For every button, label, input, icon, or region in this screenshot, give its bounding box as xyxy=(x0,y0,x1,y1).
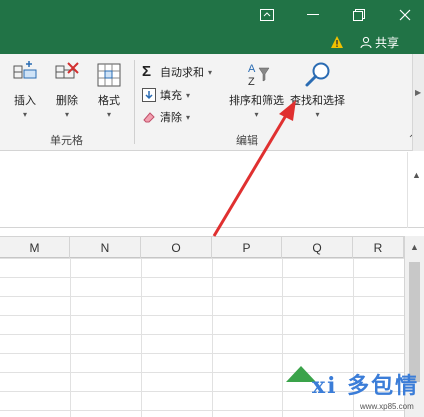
delete-label: 删除 xyxy=(56,95,78,107)
share-label: 共享 xyxy=(375,35,400,50)
watermark-text: xi 多包情 xyxy=(312,373,420,399)
scroll-thumb[interactable] xyxy=(409,262,420,382)
ribbon-scroll[interactable]: ▶ xyxy=(412,54,424,151)
ribbon-display-options-icon xyxy=(260,9,274,21)
delete-button[interactable]: 删除 ▾ xyxy=(52,60,82,119)
share-button[interactable]: 共享 xyxy=(360,32,399,52)
group-separator xyxy=(134,60,135,144)
chevron-down-icon: ▾ xyxy=(254,110,259,119)
watermark-url: www.xp85.com xyxy=(360,402,414,411)
insert-label: 插入 xyxy=(14,95,36,107)
clear-button[interactable]: 清除 ▾ xyxy=(142,107,190,127)
clear-label: 清除 xyxy=(160,112,182,124)
sort-filter-button[interactable]: A Z 排序和筛选 ▾ xyxy=(229,60,284,119)
editing-group-label: 编辑 xyxy=(236,135,258,147)
grid-line xyxy=(70,258,71,417)
warning-icon[interactable] xyxy=(330,35,344,49)
column-header[interactable]: P xyxy=(212,237,282,258)
chevron-down-icon: ▾ xyxy=(64,110,69,119)
sort-filter-label: 排序和筛选 xyxy=(229,95,284,107)
scroll-right-icon: ▶ xyxy=(415,88,422,97)
scroll-up-icon: ▲ xyxy=(410,242,419,252)
cells-group-label: 单元格 xyxy=(50,135,83,147)
autosum-label: 自动求和 xyxy=(160,67,204,79)
column-header[interactable]: M xyxy=(0,237,70,258)
chevron-down-icon: ▾ xyxy=(208,67,213,77)
fill-down-icon xyxy=(142,88,156,102)
minimize-icon xyxy=(307,14,319,15)
close-button[interactable] xyxy=(382,0,424,30)
format-cells-icon xyxy=(97,63,121,87)
formula-bar[interactable]: ▲ xyxy=(0,152,424,228)
insert-button[interactable]: 插入 ▾ xyxy=(10,60,40,119)
sigma-icon: Σ xyxy=(142,63,152,80)
ribbon: 插入 ▾ 删除 ▾ 格式 ▾ 单元格 Σ 自动求和 ▾ 填充 ▾ 清除 ▾ A … xyxy=(0,54,424,151)
magnifier-icon xyxy=(305,62,329,87)
restore-icon xyxy=(353,9,365,21)
grid-line xyxy=(212,258,213,417)
watermark-logo: xi 多包情 www.xp85.com xyxy=(284,366,424,417)
fill-button[interactable]: 填充 ▾ xyxy=(142,85,190,105)
ribbon-display-options-button[interactable] xyxy=(244,0,290,30)
column-headers: M N O P Q R xyxy=(0,236,424,258)
format-button[interactable]: 格式 ▾ xyxy=(94,60,124,119)
close-icon xyxy=(399,9,411,21)
svg-text:Z: Z xyxy=(248,76,255,88)
column-header[interactable]: R xyxy=(353,237,404,258)
eraser-icon xyxy=(143,112,155,123)
sort-filter-icon: A Z xyxy=(248,63,269,88)
chevron-down-icon: ▾ xyxy=(186,90,191,100)
autosum-button[interactable]: Σ 自动求和 ▾ xyxy=(142,62,212,82)
column-header[interactable]: N xyxy=(70,237,141,258)
chevron-down-icon: ▾ xyxy=(106,110,111,119)
restore-button[interactable] xyxy=(336,0,382,30)
grid-line xyxy=(282,258,283,417)
minimize-button[interactable] xyxy=(290,0,336,30)
grid-line xyxy=(141,258,142,417)
chevron-down-icon: ▾ xyxy=(315,110,320,119)
find-select-button[interactable]: 查找和选择 ▾ xyxy=(290,60,345,119)
formula-bar-scroll[interactable]: ▲ xyxy=(407,152,424,228)
find-select-label: 查找和选择 xyxy=(290,95,345,107)
format-label: 格式 xyxy=(98,95,120,107)
column-header[interactable]: O xyxy=(141,237,212,258)
chevron-down-icon: ▾ xyxy=(186,112,191,122)
svg-text:A: A xyxy=(248,63,256,75)
delete-cells-icon xyxy=(55,62,79,79)
person-icon xyxy=(360,36,372,48)
fill-label: 填充 xyxy=(160,90,182,102)
scroll-up-icon: ▲ xyxy=(412,170,421,180)
tell-me-row: 共享 xyxy=(0,30,424,54)
title-bar xyxy=(0,0,424,30)
column-header[interactable]: Q xyxy=(282,237,353,258)
insert-cells-icon xyxy=(13,61,37,79)
chevron-down-icon: ▾ xyxy=(22,110,27,119)
